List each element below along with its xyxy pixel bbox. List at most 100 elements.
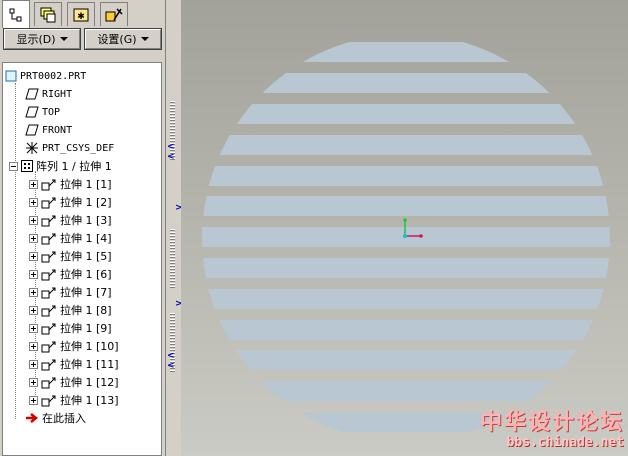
tools-icon <box>105 7 123 21</box>
extrude-icon <box>41 395 56 407</box>
collapse-left-icon[interactable]: < <box>167 153 175 162</box>
pattern-icon <box>21 160 33 172</box>
tree-item-label: RIGHT <box>42 88 73 100</box>
extrude-stripe[interactable] <box>181 104 628 124</box>
tab-layers[interactable] <box>34 2 62 26</box>
extrude-icon <box>41 251 56 263</box>
tree-item-extrude[interactable]: 拉伸 1 [3] <box>29 211 112 229</box>
tree-item-root[interactable]: PRT0002.PRT <box>5 67 86 85</box>
tree-item-extrude[interactable]: 拉伸 1 [2] <box>29 193 112 211</box>
extrude-stripe[interactable] <box>181 166 628 186</box>
extrude-stripe[interactable] <box>181 350 628 370</box>
extrude-stripe[interactable] <box>181 381 628 401</box>
tree-item-label: 拉伸 1 [3] <box>60 214 112 227</box>
expand-icon[interactable] <box>29 377 38 387</box>
tree-item-extrude[interactable]: 拉伸 1 [6] <box>29 265 112 283</box>
tree-item-extrude[interactable]: 拉伸 1 [9] <box>29 319 112 337</box>
splitter-grip[interactable] <box>170 228 175 288</box>
tree-item-extrude[interactable]: 拉伸 1 [11] <box>29 355 119 373</box>
panel-splitter[interactable]: < < > > < < <box>165 0 183 456</box>
extrude-icon <box>41 377 56 389</box>
tree-item-extrude[interactable]: 拉伸 1 [5] <box>29 247 112 265</box>
settings-menu-button[interactable]: 设置(G) <box>84 28 162 50</box>
collapse-left-icon[interactable]: < <box>167 362 175 371</box>
tree-item-pattern[interactable]: 阵列 1 / 拉伸 1 <box>9 157 112 175</box>
extrude-icon <box>41 341 56 353</box>
expand-icon[interactable] <box>29 251 38 261</box>
expand-icon[interactable] <box>29 359 38 369</box>
collapse-left-icon[interactable]: < <box>167 352 175 361</box>
tree-item-label: 拉伸 1 [12] <box>60 376 119 389</box>
chevron-down-icon <box>59 37 68 41</box>
expand-icon[interactable] <box>29 233 38 243</box>
model-tree-icon <box>9 8 22 21</box>
navigator-tabs: ✱ <box>0 0 165 28</box>
tree-connector <box>15 83 16 419</box>
extrude-icon <box>41 179 56 191</box>
layers-icon <box>40 7 56 22</box>
extrude-stripe[interactable] <box>181 320 628 340</box>
extrude-stripe[interactable] <box>181 135 628 155</box>
tree-item-label: 拉伸 1 [5] <box>60 250 112 263</box>
show-menu-button[interactable]: 显示(D) <box>3 28 81 50</box>
tree-item-label: 阵列 1 / 拉伸 1 <box>36 160 112 173</box>
model-tree: PRT0002.PRT RIGHT TOP FRONT PRT_CSYS_DEF… <box>2 62 162 456</box>
extrude-stripe[interactable] <box>181 258 628 278</box>
tab-tools[interactable] <box>100 2 128 26</box>
tree-item-front[interactable]: FRONT <box>25 121 72 139</box>
expand-icon[interactable] <box>29 341 38 351</box>
tree-menu-bar: 显示(D) 设置(G) <box>0 28 165 50</box>
collapse-icon[interactable] <box>9 161 18 171</box>
tree-item-label: 拉伸 1 [2] <box>60 196 112 209</box>
tree-item-label: PRT0002.PRT <box>20 70 87 82</box>
extrude-icon <box>41 197 56 209</box>
expand-icon[interactable] <box>29 287 38 297</box>
tree-item-label: TOP <box>42 106 61 118</box>
expand-icon[interactable] <box>29 269 38 279</box>
watermark-url: bbs.chinade.net <box>506 435 624 450</box>
tree-item-top[interactable]: TOP <box>25 103 60 121</box>
expand-icon[interactable] <box>29 395 38 405</box>
expand-icon[interactable] <box>29 179 38 189</box>
extrude-stripe[interactable] <box>181 289 628 309</box>
tab-favorites[interactable]: ✱ <box>67 2 95 26</box>
tree-item-label: 拉伸 1 [9] <box>60 322 112 335</box>
tree-item-extrude[interactable]: 拉伸 1 [12] <box>29 373 119 391</box>
extrude-stripe[interactable] <box>181 196 628 216</box>
tree-item-csys[interactable]: PRT_CSYS_DEF <box>25 139 114 157</box>
extrude-icon <box>41 305 56 317</box>
watermark-title: 中华设计论坛 <box>480 409 625 435</box>
tree-item-extrude[interactable]: 拉伸 1 [8] <box>29 301 112 319</box>
extrude-icon <box>41 215 56 227</box>
tree-item-label: 拉伸 1 [1] <box>60 178 112 191</box>
tree-item-label: 拉伸 1 [11] <box>60 358 119 371</box>
tree-item-extrude[interactable]: 拉伸 1 [4] <box>29 229 112 247</box>
tree-item-extrude[interactable]: 拉伸 1 [1] <box>29 175 112 193</box>
tab-model-tree[interactable] <box>2 0 30 28</box>
tree-item-insert-here[interactable]: 在此插入 <box>25 409 86 427</box>
datum-plane-icon <box>25 106 39 118</box>
graphics-viewport[interactable]: 中华设计论坛 bbs.chinade.net <box>181 0 628 456</box>
collapse-left-icon[interactable]: < <box>167 143 175 152</box>
extrude-stripe[interactable] <box>181 42 628 62</box>
expand-icon[interactable] <box>29 215 38 225</box>
expand-icon[interactable] <box>29 197 38 207</box>
tree-item-label: 拉伸 1 [4] <box>60 232 112 245</box>
tree-item-label: 拉伸 1 [7] <box>60 286 112 299</box>
part-icon <box>5 70 17 82</box>
extrude-icon <box>41 359 56 371</box>
expand-icon[interactable] <box>29 305 38 315</box>
tree-item-label: PRT_CSYS_DEF <box>42 142 115 154</box>
expand-icon[interactable] <box>29 323 38 333</box>
settings-menu-label: 设置(G) <box>97 33 137 46</box>
tree-item-label: 拉伸 1 [8] <box>60 304 112 317</box>
tree-item-extrude[interactable]: 拉伸 1 [10] <box>29 337 119 355</box>
extrude-stripe[interactable] <box>181 73 628 93</box>
favorites-icon: ✱ <box>73 8 89 22</box>
tree-item-extrude[interactable]: 拉伸 1 [7] <box>29 283 112 301</box>
show-menu-label: 显示(D) <box>16 33 56 46</box>
tree-item-right[interactable]: RIGHT <box>25 85 72 103</box>
part-model[interactable] <box>181 0 628 456</box>
datum-plane-icon <box>25 124 39 136</box>
tree-item-extrude[interactable]: 拉伸 1 [13] <box>29 391 119 409</box>
